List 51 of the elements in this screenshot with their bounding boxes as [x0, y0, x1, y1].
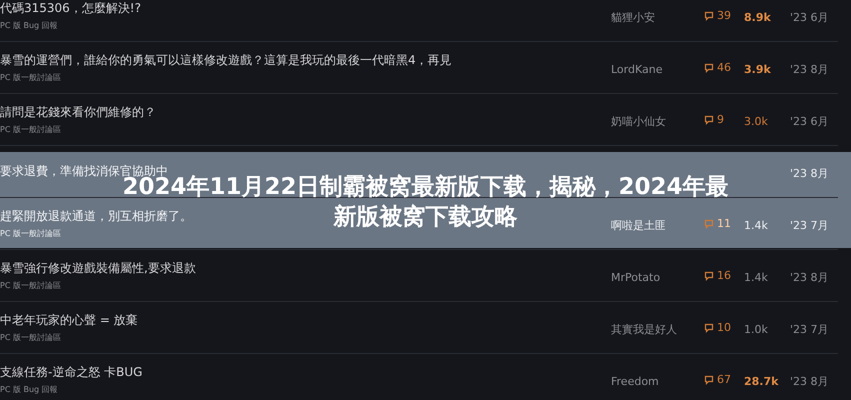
- author-name: 其實我是好人: [611, 323, 677, 336]
- topic-title[interactable]: 暴雪的運營們，誰給你的勇氣可以這樣修改遊戲？這算是我玩的最後一代暗黑4，再見: [0, 52, 452, 69]
- reply-count: 39: [717, 9, 731, 22]
- topic-title[interactable]: 暴雪強行修改遊戲裝備屬性,要求退款: [0, 260, 196, 277]
- view-count: 28.7k: [744, 375, 778, 388]
- comment-icon: [704, 62, 714, 72]
- reply-count: 16: [717, 269, 731, 282]
- comment-icon: [704, 218, 714, 228]
- topic-title[interactable]: 中老年玩家的心聲 = 放棄: [0, 312, 138, 329]
- reply-count: 11: [717, 217, 731, 230]
- topic-title[interactable]: 趕緊開放退款通道，別互相折磨了。: [0, 208, 192, 225]
- reply-count: 10: [717, 321, 731, 334]
- topic-title[interactable]: 支線任務-逆命之怒 卡BUG: [0, 364, 142, 381]
- post-date: '23 8月: [790, 375, 829, 388]
- comment-icon: [704, 270, 714, 280]
- category-label: PC 版一般討論區: [0, 228, 61, 239]
- author-name: 啊啦是土匪: [611, 219, 666, 232]
- post-date: '23 6月: [790, 11, 829, 24]
- author-name: 貓狸小安: [611, 11, 655, 24]
- author-name: Freedom: [611, 375, 659, 388]
- post-date: '23 8月: [790, 63, 829, 76]
- reply-count: 46: [717, 61, 731, 74]
- topic-title[interactable]: 請問是花錢來看你們維修的？: [0, 104, 156, 121]
- post-date: '23 8月: [790, 271, 829, 284]
- category-label: PC 版 Bug 回報: [0, 384, 58, 395]
- author-name: MrPotato: [611, 271, 660, 284]
- post-date: '23 8月: [790, 167, 829, 180]
- post-date: '23 6月: [790, 115, 829, 128]
- reply-count: 67: [717, 373, 731, 386]
- post-date: '23 7月: [790, 323, 829, 336]
- author-name: 奶喵小仙女: [611, 115, 666, 128]
- category-label: PC 版 Bug 回報: [0, 20, 58, 31]
- category-label: PC 版一般討論區: [0, 72, 61, 83]
- comment-icon: [704, 114, 714, 124]
- post-date: '23 7月: [790, 219, 829, 232]
- view-count: 8.9k: [744, 11, 771, 24]
- view-count: 3.9k: [744, 63, 771, 76]
- author-name: LordKane: [611, 63, 662, 76]
- view-count: 1.0k: [744, 323, 768, 336]
- category-label: PC 版一般討論區: [0, 280, 61, 291]
- comment-icon: [704, 374, 714, 384]
- view-count: 1.4k: [744, 219, 768, 232]
- view-count: 3.0k: [744, 115, 768, 128]
- category-label: PC 版一般討論區: [0, 124, 61, 135]
- comment-icon: [704, 322, 714, 332]
- topic-title[interactable]: 代碼315306，怎麼解決!?: [0, 0, 141, 17]
- category-label: PC 版一般討論區: [0, 332, 61, 343]
- reply-count: 9: [717, 113, 724, 126]
- view-count: 1.4k: [744, 271, 768, 284]
- banner-text: 新版被窝下载攻略: [334, 202, 518, 232]
- comment-icon: [704, 10, 714, 20]
